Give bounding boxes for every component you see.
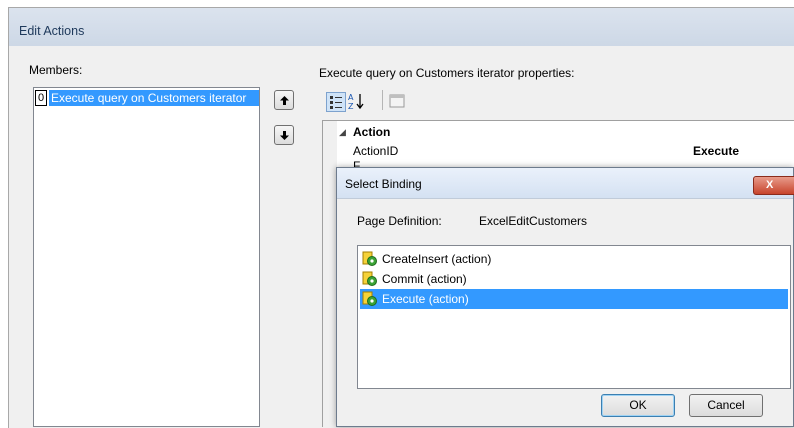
sort-alphabetical-icon[interactable]: A Z [347,92,365,110]
toolbar-separator [382,90,383,110]
window-title-bar: Edit Actions [9,8,794,46]
binding-label: Execute (action) [382,292,469,306]
categorized-icon[interactable] [326,92,346,112]
close-button[interactable]: X [753,176,794,195]
collapse-triangle-icon[interactable]: ◢ [339,127,346,138]
move-up-button[interactable] [274,90,294,110]
action-icon [362,271,377,286]
list-item[interactable]: Execute (action) [360,289,788,309]
property-value[interactable]: Execute [693,144,739,158]
member-index: 0 [35,90,47,106]
arrow-up-icon [280,96,289,105]
page-definition-label: Page Definition: [357,214,442,228]
property-pages-icon[interactable] [388,92,406,110]
binding-list[interactable]: CreateInsert (action) Commit (action) Ex… [357,245,791,389]
properties-label: Execute query on Customers iterator prop… [319,66,575,80]
svg-text:A: A [348,93,354,102]
list-item[interactable]: CreateInsert (action) [360,249,788,269]
binding-label: Commit (action) [382,272,467,286]
category-label: Action [353,125,391,139]
arrow-down-icon [280,131,289,140]
property-row[interactable]: ActionID Execute [323,143,794,161]
page-definition-value: ExcelEditCustomers [479,214,588,228]
list-item[interactable]: 0 Execute query on Customers iterator [35,90,259,106]
outer-margin [0,0,8,427]
window-title: Edit Actions [19,24,85,38]
property-name: ActionID [353,144,399,158]
ok-button[interactable]: OK [601,394,675,417]
action-icon [362,291,377,306]
svg-text:Z: Z [348,102,354,110]
members-label: Members: [29,63,83,77]
move-down-button[interactable] [274,125,294,145]
dialog-title-bar: Select Binding X [337,168,794,199]
category-row[interactable]: ◢ Action [323,124,794,142]
binding-label: CreateInsert (action) [382,252,492,266]
members-list[interactable]: 0 Execute query on Customers iterator [33,87,260,427]
select-binding-dialog: Select Binding X Page Definition: ExcelE… [336,167,794,427]
dialog-title: Select Binding [345,177,422,191]
list-item[interactable]: Commit (action) [360,269,788,289]
member-label[interactable]: Execute query on Customers iterator [49,90,259,106]
properties-toolbar: A Z [322,88,462,114]
action-icon [362,251,377,266]
cancel-button[interactable]: Cancel [689,394,763,417]
